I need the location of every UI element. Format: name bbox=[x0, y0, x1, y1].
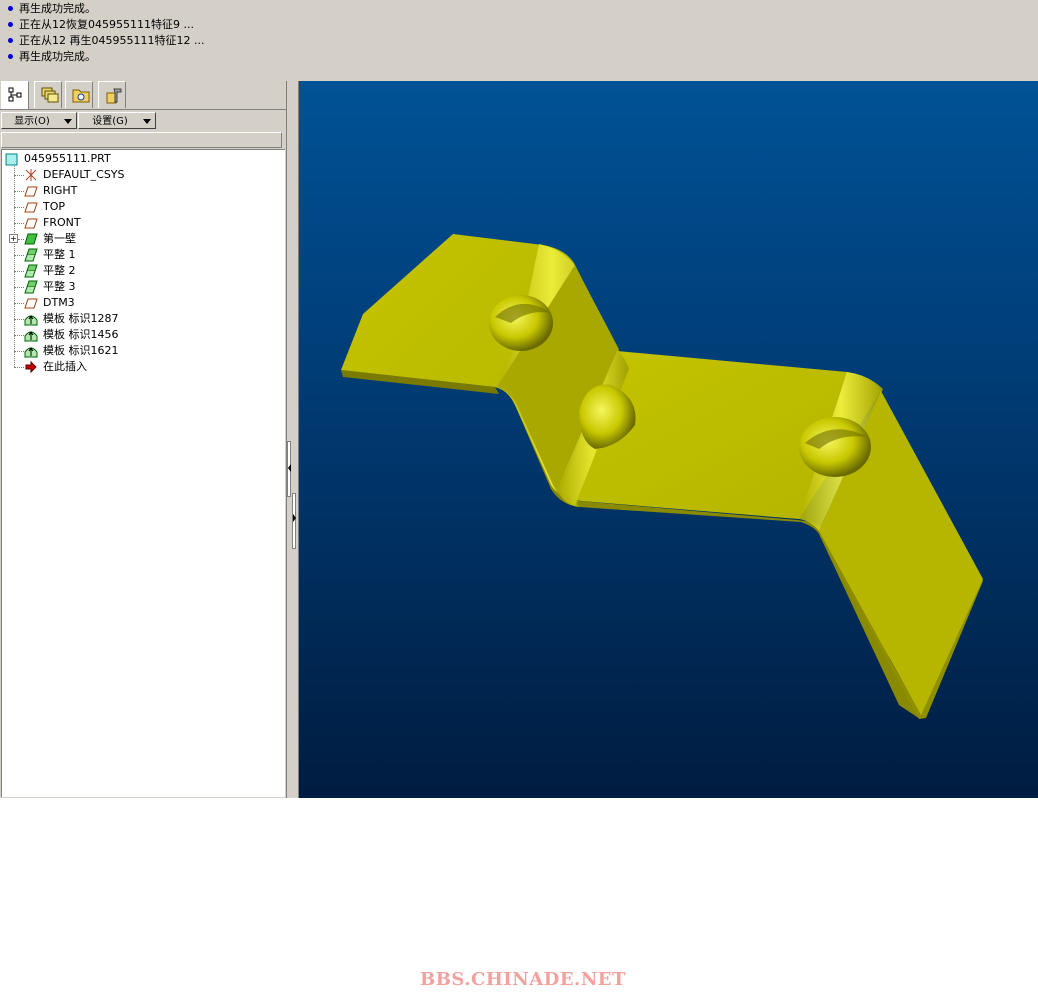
tree-connector bbox=[14, 207, 24, 208]
tree-item-label: TOP bbox=[43, 200, 66, 213]
tree-connector bbox=[14, 271, 24, 272]
form-icon bbox=[24, 331, 38, 342]
tree-item-label: 在此插入 bbox=[43, 360, 87, 373]
tree-item-label: 模板 标识1456 bbox=[43, 328, 119, 341]
watermark: BBS.CHINADE.NET bbox=[420, 969, 626, 990]
splitter-edge bbox=[286, 81, 287, 798]
flat-wall-icon bbox=[24, 280, 38, 294]
form-icon bbox=[24, 315, 38, 326]
settings-dropdown-label: 设置(G) bbox=[92, 116, 128, 127]
tree-item-label: 平整 3 bbox=[43, 280, 76, 293]
message-line: 正在从12 再生045955111特征12 ... bbox=[8, 33, 204, 49]
dropdown-arrow-icon bbox=[143, 119, 151, 124]
bullet-icon bbox=[8, 21, 13, 27]
tab-layers[interactable] bbox=[34, 81, 62, 108]
show-dropdown-label: 显示(O) bbox=[14, 116, 50, 127]
tree-item-label: RIGHT bbox=[43, 184, 78, 197]
tree-connector bbox=[14, 303, 24, 304]
tree-connector bbox=[14, 223, 24, 224]
tree-item-label: 第一壁 bbox=[43, 232, 76, 245]
tab-favorites[interactable] bbox=[98, 81, 126, 108]
part-icon bbox=[5, 153, 18, 166]
tree-item-label: DTM3 bbox=[43, 296, 75, 309]
model-tree: + 045955111.PRT DEFAULT_CSYS RIGHT TOP F… bbox=[1, 149, 285, 797]
settings-dropdown-button[interactable]: 设置(G) bbox=[78, 112, 156, 129]
datum-plane-icon bbox=[24, 202, 38, 213]
tree-connector bbox=[14, 166, 15, 367]
tree-item-label: 模板 标识1621 bbox=[43, 344, 119, 357]
folder-browser-icon bbox=[72, 89, 90, 103]
message-text: 再生成功完成。 bbox=[19, 50, 96, 63]
tree-column-header[interactable] bbox=[1, 132, 282, 148]
favorites-icon bbox=[106, 88, 122, 104]
tree-connector bbox=[14, 255, 24, 256]
tree-connector bbox=[14, 335, 24, 336]
message-text: 正在从12恢复045955111特征9 ... bbox=[19, 18, 194, 31]
tab-strip-divider bbox=[0, 109, 286, 110]
bullet-icon bbox=[8, 5, 13, 11]
flat-wall-icon bbox=[24, 248, 38, 262]
csys-icon bbox=[25, 169, 37, 181]
flat-wall-icon bbox=[24, 264, 38, 278]
tab-model-tree[interactable] bbox=[1, 81, 29, 110]
tree-item-label: FRONT bbox=[43, 216, 81, 229]
message-area: 再生成功完成。 正在从12恢复045955111特征9 ... 正在从12 再生… bbox=[0, 0, 1038, 81]
form-feature-1621 bbox=[799, 417, 871, 477]
tree-connector bbox=[14, 191, 24, 192]
tab-folder-browser[interactable] bbox=[65, 81, 93, 108]
first-wall-icon bbox=[24, 233, 38, 245]
tree-item-label: 045955111.PRT bbox=[24, 152, 111, 165]
tree-connector bbox=[14, 287, 24, 288]
model-tree-icon bbox=[8, 87, 22, 102]
insert-here-arrow-icon bbox=[25, 360, 37, 374]
tree-item-label: 平整 2 bbox=[43, 264, 76, 277]
show-dropdown-button[interactable]: 显示(O) bbox=[1, 112, 77, 129]
tree-connector bbox=[14, 175, 24, 176]
tree-item-label: DEFAULT_CSYS bbox=[43, 168, 125, 181]
panel-splitter[interactable] bbox=[286, 81, 299, 798]
message-line: 正在从12恢复045955111特征9 ... bbox=[8, 17, 194, 33]
layers-icon bbox=[41, 87, 59, 103]
dropdown-arrow-icon bbox=[64, 119, 72, 124]
tree-connector bbox=[14, 367, 24, 368]
datum-plane-icon bbox=[24, 218, 38, 229]
navigator-panel: 显示(O) 设置(G) + 045955111.PRT DEFAULT_CSYS… bbox=[0, 81, 286, 798]
message-text: 再生成功完成。 bbox=[19, 2, 96, 15]
tree-connector bbox=[14, 319, 24, 320]
chevron-right-icon bbox=[293, 514, 296, 522]
tree-item-label: 模板 标识1287 bbox=[43, 312, 119, 325]
message-line: 再生成功完成。 bbox=[8, 49, 96, 65]
message-line: 再生成功完成。 bbox=[8, 1, 96, 17]
chevron-left-icon bbox=[288, 464, 291, 472]
tree-connector bbox=[14, 351, 24, 352]
bullet-icon bbox=[8, 53, 13, 59]
graphics-viewport[interactable] bbox=[299, 81, 1038, 798]
bullet-icon bbox=[8, 37, 13, 43]
form-icon bbox=[24, 347, 38, 358]
message-text: 正在从12 再生045955111特征12 ... bbox=[19, 34, 205, 47]
form-feature-1287 bbox=[489, 295, 553, 351]
datum-plane-icon bbox=[24, 186, 38, 197]
sheetmetal-part-render bbox=[341, 234, 983, 719]
datum-plane-icon bbox=[24, 298, 38, 309]
expand-toggle[interactable]: + bbox=[9, 234, 18, 243]
tree-item-label: 平整 1 bbox=[43, 248, 76, 261]
